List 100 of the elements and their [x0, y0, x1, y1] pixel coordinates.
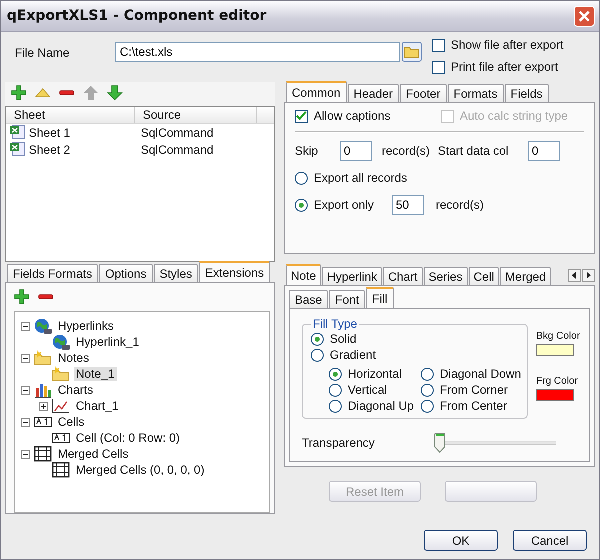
plus-icon[interactable]: [11, 85, 27, 101]
field-label: Skip: [295, 144, 320, 158]
collapse-icon[interactable]: [21, 354, 30, 362]
checkbox[interactable]: [295, 110, 308, 122]
collapse-icon[interactable]: [21, 322, 30, 330]
radio-button[interactable]: [311, 348, 324, 362]
record-count-field[interactable]: 50: [392, 195, 424, 215]
radio-button[interactable]: [421, 384, 434, 396]
radio-label: From Corner: [440, 383, 508, 397]
tab[interactable]: Fields: [504, 84, 549, 102]
note-folder-icon: [34, 350, 52, 366]
radio-label: Diagonal Down: [440, 367, 522, 381]
radio-label: Gradient: [330, 348, 376, 362]
tab[interactable]: Base: [289, 290, 328, 308]
tab[interactable]: Formats: [448, 84, 504, 102]
radio-label: Diagonal Up: [348, 399, 414, 413]
radio-label: Export all records: [314, 171, 408, 185]
radio-label: Vertical: [348, 383, 388, 397]
globe-icon: [34, 318, 52, 334]
tab[interactable]: Series: [424, 267, 468, 285]
radio-button[interactable]: [421, 400, 434, 412]
grid-icon: [34, 446, 52, 462]
tree-item[interactable]: Notes: [56, 351, 92, 365]
table-cell[interactable]: SqlCommand: [138, 142, 251, 156]
window-title: qExportXLS1 - Component editor: [7, 8, 267, 24]
tree-item[interactable]: Chart_1: [74, 399, 121, 413]
radio-button[interactable]: [295, 172, 308, 184]
slider-thumb[interactable]: [434, 433, 446, 453]
field-label: File Name: [14, 45, 71, 60]
table-cell[interactable]: SqlCommand: [138, 126, 251, 140]
tab[interactable]: Hyperlink: [322, 267, 382, 285]
radio-label: Export only: [314, 198, 376, 212]
checkbox-label: Show file after export: [451, 38, 564, 52]
checkbox[interactable]: [432, 60, 445, 74]
radio-label: From Center: [440, 399, 508, 413]
tree-item[interactable]: Cell (Col: 0 Row: 0): [74, 431, 182, 445]
radio-button[interactable]: [311, 332, 324, 346]
field-label: Start data col: [438, 144, 510, 158]
tree-item[interactable]: Merged Cells: [56, 447, 131, 461]
table-cell[interactable]: Sheet 1: [29, 126, 70, 140]
spreadsheet-icon: [10, 125, 26, 140]
expand-icon[interactable]: [39, 402, 48, 410]
unit-label: record(s): [382, 144, 430, 158]
folder-icon[interactable]: [402, 42, 422, 62]
collapse-icon[interactable]: [21, 386, 30, 394]
radio-button[interactable]: [329, 400, 342, 412]
spreadsheet-icon: [10, 142, 26, 157]
skip-field[interactable]: 0: [340, 141, 372, 161]
start-column-field[interactable]: 0: [528, 141, 560, 161]
tab[interactable]: Header: [348, 84, 400, 102]
tree-item[interactable]: Cells: [56, 415, 87, 429]
tab[interactable]: Cell: [468, 267, 500, 285]
slider-label: Transparency: [302, 436, 376, 450]
tree-item[interactable]: Merged Cells (0, 0, 0, 0): [74, 463, 207, 477]
collapse-icon[interactable]: [21, 418, 30, 426]
tab[interactable]: Merged: [500, 267, 552, 285]
grid-icon: [52, 462, 70, 478]
tab[interactable]: Extensions: [199, 261, 270, 282]
color-label: Frg Color: [536, 376, 580, 387]
radio-label: Solid: [330, 332, 357, 346]
plus-icon[interactable]: [14, 289, 30, 305]
tab[interactable]: Options: [99, 264, 153, 282]
cell-icon: [34, 414, 52, 430]
cell-icon: [52, 430, 70, 446]
cancel-button[interactable]: Cancel: [513, 530, 587, 551]
group-title: Fill Type: [312, 317, 358, 331]
tab[interactable]: Font: [329, 290, 366, 308]
tab[interactable]: Fill: [366, 287, 394, 308]
tab[interactable]: Common: [286, 81, 347, 102]
color-label: Bkg Color: [536, 331, 580, 342]
tree-item[interactable]: Hyperlink_1: [74, 335, 142, 349]
line-chart-icon: [52, 398, 70, 414]
radio-label: Horizontal: [348, 367, 402, 381]
color-swatch[interactable]: [536, 389, 574, 401]
ok-button[interactable]: OK: [424, 530, 498, 551]
radio-button[interactable]: [421, 368, 434, 380]
tab[interactable]: Footer: [400, 84, 447, 102]
tab[interactable]: Styles: [154, 264, 198, 282]
tab[interactable]: Chart: [383, 267, 423, 285]
color-swatch[interactable]: [536, 344, 574, 356]
collapse-icon[interactable]: [21, 450, 30, 458]
globe-icon: [52, 334, 70, 350]
checkbox-label: Print file after export: [451, 60, 558, 74]
column-header[interactable]: Sheet: [6, 107, 135, 123]
tree-item[interactable]: Hyperlinks: [56, 319, 116, 333]
file-path-field[interactable]: C:\test.xls: [115, 42, 400, 62]
tree-item[interactable]: Note_1: [74, 367, 117, 381]
column-header[interactable]: Source: [135, 107, 257, 123]
table-cell[interactable]: Sheet 2: [29, 142, 70, 156]
down-arrow-icon[interactable]: [107, 85, 123, 101]
checkbox[interactable]: [432, 38, 445, 52]
checkbox-label: Auto calc string type: [460, 109, 568, 123]
tab[interactable]: Note: [286, 264, 322, 285]
close-icon[interactable]: [574, 6, 595, 26]
radio-button[interactable]: [295, 198, 308, 212]
tab[interactable]: Fields Formats: [7, 264, 98, 282]
radio-button[interactable]: [329, 384, 342, 396]
radio-button[interactable]: [329, 368, 342, 380]
note-folder-icon: [52, 366, 70, 382]
tree-item[interactable]: Charts: [56, 383, 96, 397]
